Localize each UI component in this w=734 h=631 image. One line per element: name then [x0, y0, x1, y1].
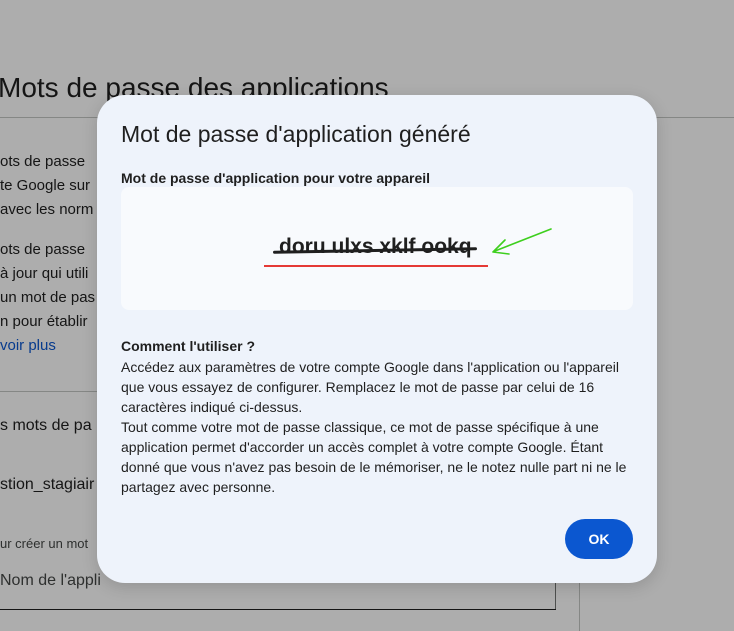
ok-button[interactable]: OK — [565, 519, 633, 559]
generated-password-dialog: Mot de passe d'application généré Mot de… — [97, 95, 657, 583]
howto-title: Comment l'utiliser ? — [121, 338, 256, 354]
howto-paragraph: Tout comme votre mot de passe classique,… — [121, 419, 627, 495]
howto-paragraph: Accédez aux paramètres de votre compte G… — [121, 359, 619, 415]
annotation-underline — [264, 265, 488, 267]
password-box: doru ulxs xklf ookq — [121, 187, 633, 310]
howto-body: Accédez aux paramètres de votre compte G… — [121, 357, 641, 497]
password-label: Mot de passe d'application pour votre ap… — [121, 170, 431, 186]
arrow-pointer-icon — [492, 228, 552, 255]
dialog-title: Mot de passe d'application généré — [121, 121, 471, 147]
